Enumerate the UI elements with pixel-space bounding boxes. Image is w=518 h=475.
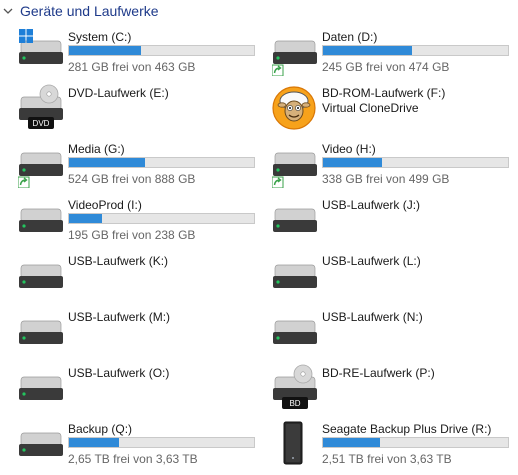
drive-free-space: 338 GB frei von 499 GB [322, 172, 450, 186]
usage-fill [69, 46, 142, 55]
drive-label: Video (H:) [322, 142, 376, 156]
usage-bar [322, 437, 509, 448]
drive-label: BD-ROM-Laufwerk (F:) Virtual CloneDrive [322, 86, 446, 115]
clonedrive-sheep-icon [272, 84, 320, 132]
usage-bar [68, 213, 255, 224]
drive-item[interactable]: DVD DVD-Laufwerk (E:) [18, 84, 268, 134]
drive-label: USB-Laufwerk (J:) [322, 198, 421, 212]
svg-text:DVD: DVD [33, 119, 50, 128]
hdd-icon [18, 420, 66, 468]
hdd-windows-icon [18, 28, 66, 76]
drive-item[interactable]: USB-Laufwerk (N:) [272, 308, 518, 358]
drive-item[interactable]: USB-Laufwerk (J:) [272, 196, 518, 246]
drive-item[interactable]: Media (G:) 524 GB frei von 888 GB [17, 140, 268, 190]
svg-text:BD: BD [289, 399, 300, 408]
drive-label: USB-Laufwerk (M:) [68, 310, 171, 324]
drive-item[interactable]: VideoProd (I:) 195 GB frei von 238 GB [18, 196, 268, 246]
drive-free-space: 245 GB frei von 474 GB [322, 60, 450, 74]
hdd-icon [18, 364, 66, 412]
drive-item[interactable]: Seagate Backup Plus Drive (R:) 2,51 TB fr… [272, 420, 518, 470]
chevron-down-icon[interactable] [3, 7, 13, 15]
usage-bar [322, 45, 509, 56]
drive-free-space: 524 GB frei von 888 GB [68, 172, 196, 186]
drive-item[interactable]: System (C:) 281 GB frei von 463 GB [18, 28, 268, 78]
drive-label: Seagate Backup Plus Drive (R:) [322, 422, 492, 436]
drive-label: System (C:) [68, 30, 132, 44]
usage-bar [322, 157, 509, 168]
hdd-shared-icon [17, 140, 66, 189]
drive-label: Backup (Q:) [68, 422, 133, 436]
drive-label: Daten (D:) [322, 30, 378, 44]
drive-free-space: 2,51 TB frei von 3,63 TB [322, 452, 452, 466]
hdd-icon [272, 196, 320, 244]
hdd-icon [18, 252, 66, 300]
hdd-icon [18, 308, 66, 356]
section-title: Geräte und Laufwerke [20, 3, 159, 19]
drive-label: VideoProd (I:) [68, 198, 142, 212]
drive-item[interactable]: BD BD-RE-Laufwerk (P:) [272, 364, 518, 414]
drive-item[interactable]: Daten (D:) 245 GB frei von 474 GB [271, 28, 518, 78]
drive-free-space: 281 GB frei von 463 GB [68, 60, 196, 74]
usage-fill [69, 158, 145, 167]
drive-label: USB-Laufwerk (L:) [322, 254, 421, 268]
usage-fill [69, 438, 119, 447]
drive-free-space: 2,65 TB frei von 3,63 TB [68, 452, 198, 466]
section-header[interactable]: Geräte und Laufwerke [0, 0, 518, 24]
drive-item[interactable]: USB-Laufwerk (M:) [18, 308, 268, 358]
hdd-icon [272, 308, 320, 356]
usage-bar [68, 45, 255, 56]
drive-label: USB-Laufwerk (N:) [322, 310, 423, 324]
drive-label: Media (G:) [68, 142, 125, 156]
drive-item[interactable]: BD-ROM-Laufwerk (F:) Virtual CloneDrive [272, 84, 518, 134]
usage-fill [323, 438, 381, 447]
drive-item[interactable]: Video (H:) 338 GB frei von 499 GB [271, 140, 518, 190]
hdd-icon [272, 252, 320, 300]
drive-label: USB-Laufwerk (K:) [68, 254, 169, 268]
drive-item[interactable]: Backup (Q:) 2,65 TB frei von 3,63 TB [18, 420, 268, 470]
drive-free-space: 195 GB frei von 238 GB [68, 228, 196, 242]
hdd-icon [18, 196, 66, 244]
drive-label: DVD-Laufwerk (E:) [68, 86, 169, 100]
usage-bar [68, 437, 255, 448]
dvd-drive-icon: DVD [18, 84, 66, 132]
drive-item[interactable]: USB-Laufwerk (O:) [18, 364, 268, 414]
external-hdd-icon [272, 420, 320, 468]
drive-item[interactable]: USB-Laufwerk (K:) [18, 252, 268, 302]
usage-fill [323, 158, 383, 167]
usage-fill [323, 46, 412, 55]
usage-fill [69, 214, 103, 223]
drive-label: BD-RE-Laufwerk (P:) [322, 366, 435, 380]
bd-drive-icon: BD [272, 364, 320, 412]
drive-label: USB-Laufwerk (O:) [68, 366, 170, 380]
hdd-shared-icon [271, 28, 320, 77]
hdd-shared-icon [271, 140, 320, 189]
usage-bar [68, 157, 255, 168]
drive-item[interactable]: USB-Laufwerk (L:) [272, 252, 518, 302]
